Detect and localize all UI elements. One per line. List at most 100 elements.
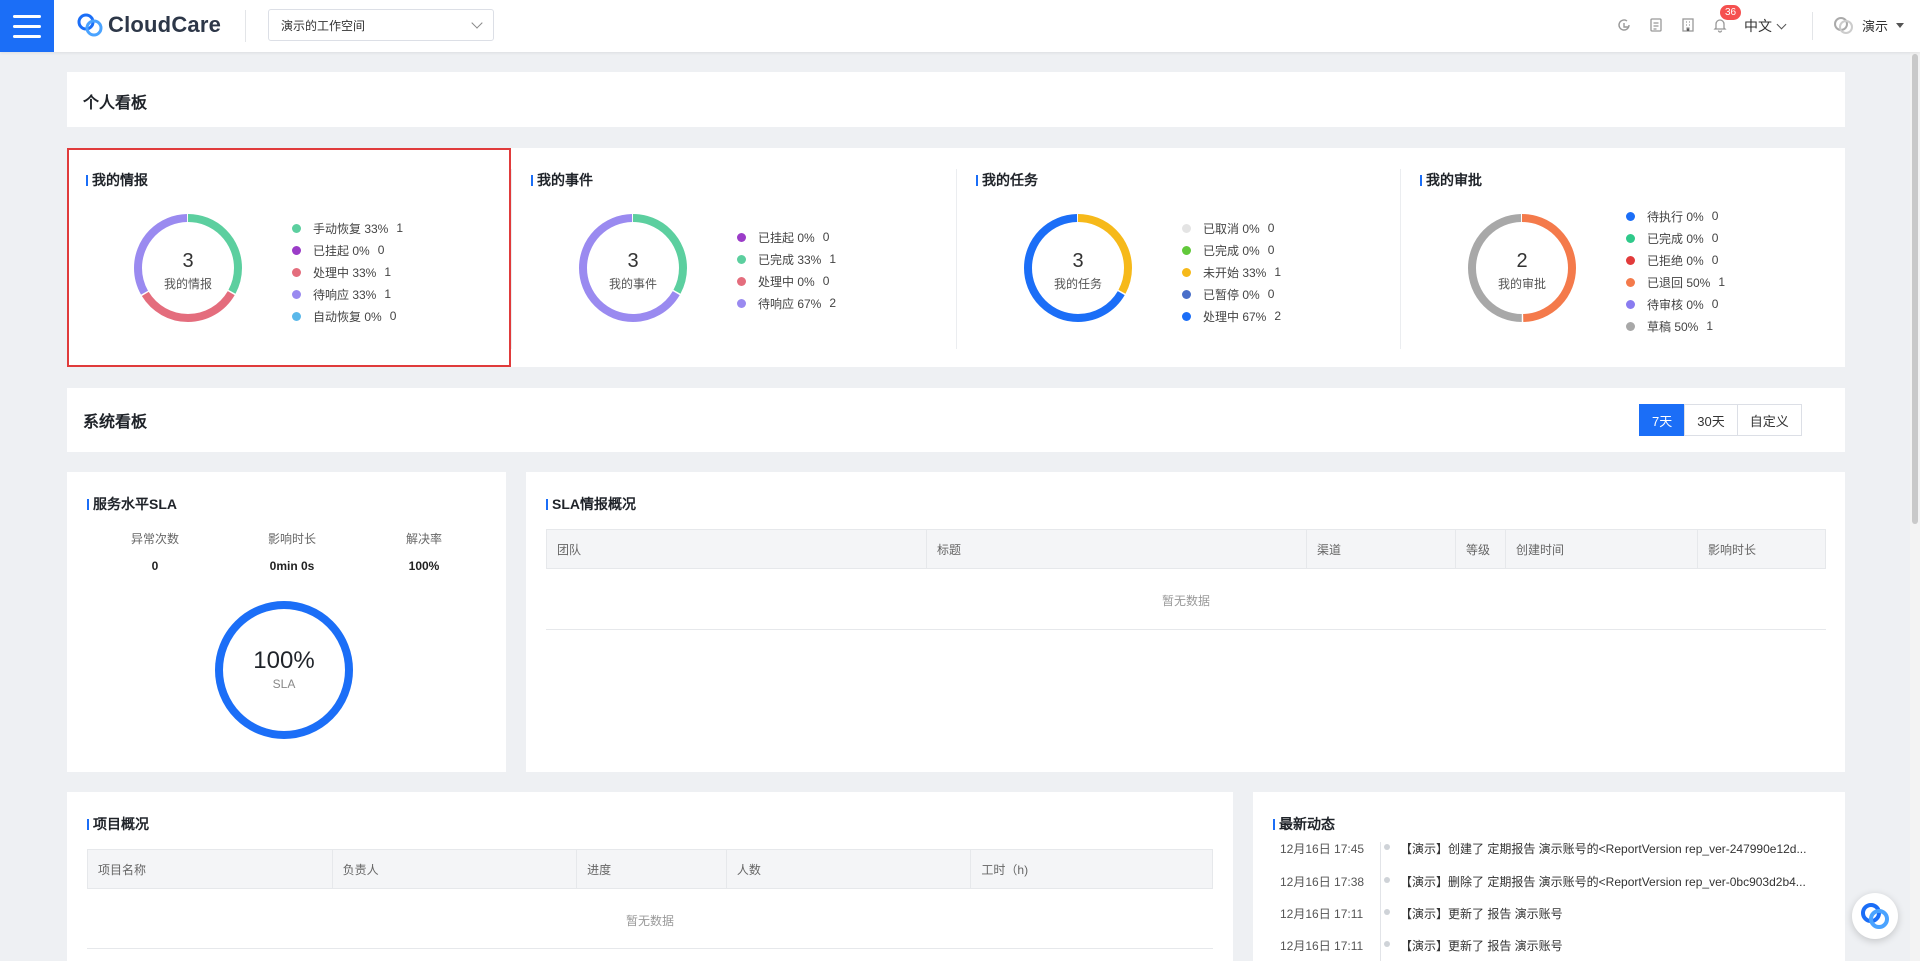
legend-label: 已挂起 0% (758, 230, 815, 245)
legend-item[interactable]: 已退回 50% 1 (1626, 271, 1725, 293)
legend-label: 未开始 33% (1203, 265, 1267, 280)
sla-table-empty: 暂无数据 (1161, 594, 1210, 608)
workspace-select[interactable]: 演示的工作空间 (268, 9, 494, 41)
donut-legend: 手动恢复 33% 1 已挂起 0% 0 处理中 33% 1 待响应 33% 1 自动恢复 0% 0 (292, 217, 403, 327)
legend-item[interactable]: 已完成 0% 0 (1182, 239, 1281, 261)
sync-icon[interactable] (1616, 17, 1632, 33)
stat-resolution-rate: 解决率 100% (405, 532, 442, 573)
donut-legend: 已取消 0% 0 已完成 0% 0 未开始 33% 1 已暂停 0% 0 处理中 67% 2 (1182, 217, 1281, 327)
donut-label: 我的审批 (1497, 277, 1546, 291)
sla-title: 服务水平SLA (87, 494, 177, 514)
range-7d-button[interactable]: 7天 (1639, 404, 1686, 436)
donut-center: 3 我的任务 (1020, 250, 1136, 292)
legend-dot (1626, 233, 1635, 243)
legend-item[interactable]: 处理中 33% 1 (292, 261, 403, 283)
logo-text: CloudCare (108, 12, 222, 37)
legend-dot (737, 298, 746, 308)
legend-label: 已完成 0% (1647, 231, 1704, 246)
legend-label: 待响应 33% (313, 287, 377, 302)
donut-legend: 已挂起 0% 0 已完成 33% 1 处理中 0% 0 待响应 67% 2 (737, 226, 836, 314)
column-header: 影响时长 (1708, 542, 1757, 557)
column-header: 进度 (577, 850, 727, 888)
user-menu[interactable]: 演示 (1832, 14, 1905, 36)
legend-dot (1626, 211, 1635, 221)
legend-dot (1626, 321, 1635, 331)
scrollbar-thumb[interactable] (1912, 54, 1918, 524)
legend-item[interactable]: 已暂停 0% 0 (1182, 283, 1281, 305)
legend-dot (292, 311, 301, 321)
legend-count: 0 (1711, 297, 1719, 311)
card-separator (511, 169, 512, 349)
legend-count: 1 (1718, 275, 1726, 289)
legend-count: 1 (1706, 319, 1714, 333)
user-name: 演示 (1862, 18, 1889, 34)
legend-count: 0 (1267, 243, 1275, 257)
activity-item[interactable]: 12月16日 17:38 【演示】删除了 定期报告 演示账号的<ReportVer… (1280, 873, 1820, 890)
range-custom-button[interactable]: 自定义 (1736, 404, 1802, 436)
document-icon[interactable] (1648, 17, 1664, 33)
legend-count: 0 (1711, 209, 1719, 223)
legend-item[interactable]: 已挂起 0% 0 (737, 226, 836, 248)
legend-item[interactable]: 处理中 67% 2 (1182, 305, 1281, 327)
system-board-header: 系统看板 (67, 388, 1845, 452)
legend-dot (1182, 267, 1191, 277)
legend-item[interactable]: 已取消 0% 0 (1182, 217, 1281, 239)
building-icon[interactable] (1680, 17, 1696, 33)
legend-item[interactable]: 未开始 33% 1 (1182, 261, 1281, 283)
page-scrollbar[interactable] (1910, 52, 1920, 961)
legend-item[interactable]: 自动恢复 0% 0 (292, 305, 403, 327)
legend-item[interactable]: 已完成 33% 1 (737, 248, 836, 270)
legend-count: 1 (1274, 265, 1282, 279)
legend-label: 待执行 0% (1647, 209, 1704, 224)
project-table-empty: 暂无数据 (625, 914, 674, 928)
range-30d-button[interactable]: 30天 (1684, 404, 1738, 436)
legend-dot (1182, 223, 1191, 233)
legend-item[interactable]: 已完成 0% 0 (1626, 227, 1725, 249)
sla-ring-label: SLA (272, 677, 296, 691)
legend-count: 0 (1711, 253, 1719, 267)
legend-count: 0 (1711, 231, 1719, 245)
legend-item[interactable]: 待响应 67% 2 (737, 292, 836, 314)
legend-count: 1 (396, 221, 404, 235)
legend-item[interactable]: 待审核 0% 0 (1626, 293, 1725, 315)
time-range-segmented: 7天 30天 自定义 (1639, 404, 1802, 436)
assistant-float-button[interactable] (1852, 893, 1898, 939)
system-board-title: 系统看板 (83, 414, 148, 431)
donut-legend: 待执行 0% 0 已完成 0% 0 已拒绝 0% 0 已退回 50% 1 待审核 0% 0 草稿 5… (1626, 205, 1725, 337)
activity-item[interactable]: 12月16日 17:11 【演示】更新了 报告 演示账号 (1280, 905, 1820, 922)
activity-feed[interactable]: 12月16日 17:45 【演示】创建了 定期报告 演示账号的<ReportVer… (1253, 842, 1845, 961)
legend-dot (292, 267, 301, 277)
column-header: 人数 (727, 850, 972, 888)
assistant-logo-icon (1861, 903, 1889, 929)
legend-item[interactable]: 草稿 50% 1 (1626, 315, 1725, 337)
legend-item[interactable]: 待执行 0% 0 (1626, 205, 1725, 227)
column-header: 项目名称 (88, 850, 333, 888)
legend-count: 1 (829, 252, 837, 266)
caret-down-icon (1896, 22, 1905, 28)
legend-dot (737, 232, 746, 242)
card-title: 我的情报 (86, 170, 148, 190)
legend-label: 自动恢复 0% (313, 309, 382, 324)
activity-item[interactable]: 12月16日 17:11 【演示】更新了 报告 演示账号 (1280, 937, 1820, 954)
donut-label: 我的任务 (1053, 277, 1102, 291)
legend-count: 1 (384, 287, 392, 301)
column-header: 团队 (547, 530, 927, 568)
personal-board-title: 个人看板 (83, 95, 148, 112)
personal-board-header: 个人看板 (67, 72, 1845, 127)
legend-item[interactable]: 待响应 33% 1 (292, 283, 403, 305)
donut-total: 3 (1072, 250, 1084, 272)
legend-item[interactable]: 已挂起 0% 0 (292, 239, 403, 261)
sla-table-divider (546, 629, 1826, 630)
hamburger-menu-button[interactable] (0, 0, 54, 52)
stat-impact-duration: 影响时长 0min 0s (267, 532, 316, 573)
legend-item[interactable]: 处理中 0% 0 (737, 270, 836, 292)
legend-item[interactable]: 已拒绝 0% 0 (1626, 249, 1725, 271)
card-title: 我的事件 (531, 170, 593, 190)
legend-label: 已完成 0% (1203, 243, 1260, 258)
column-header: 负责人 (333, 850, 578, 888)
logo[interactable]: CloudCare (76, 11, 221, 39)
language-select[interactable]: 中文 (1744, 16, 1787, 36)
legend-item[interactable]: 手动恢复 33% 1 (292, 217, 403, 239)
legend-label: 处理中 33% (313, 265, 377, 280)
activity-item[interactable]: 12月16日 17:45 【演示】创建了 定期报告 演示账号的<ReportVer… (1280, 842, 1820, 857)
